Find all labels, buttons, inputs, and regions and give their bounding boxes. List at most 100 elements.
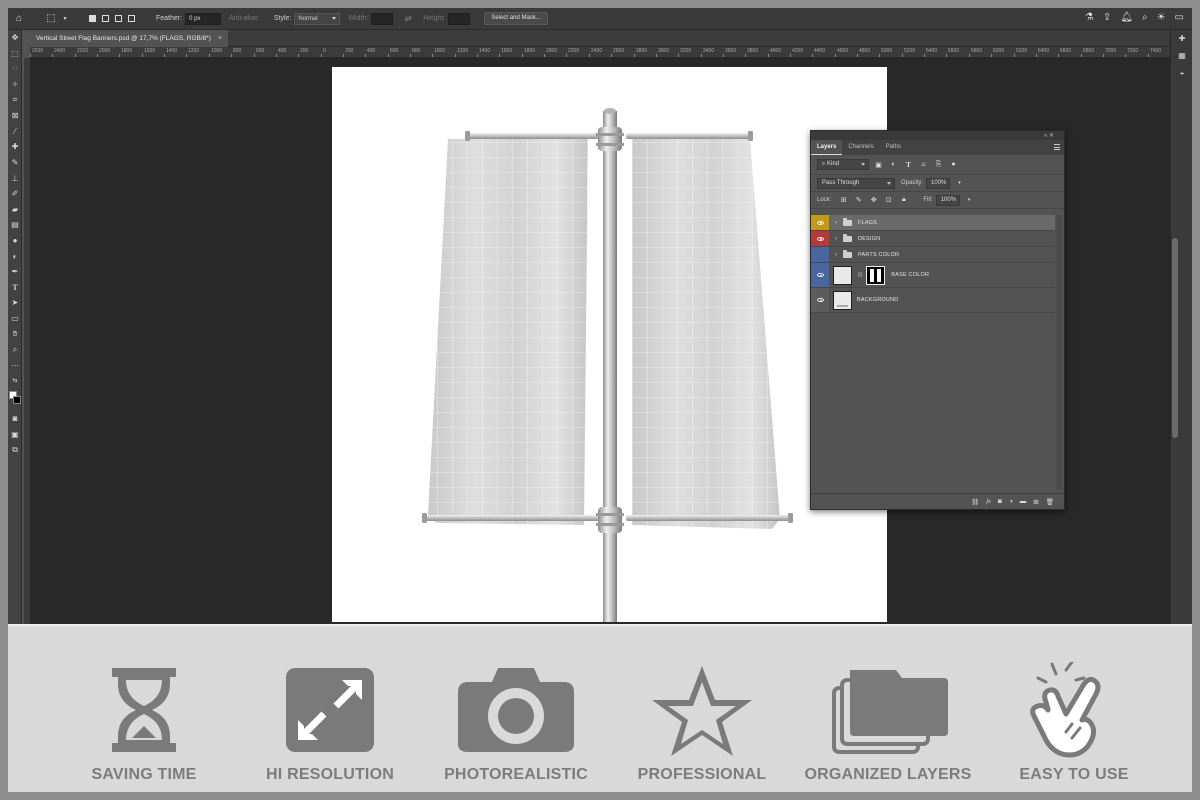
path-select-icon[interactable]: ➤	[8, 295, 22, 311]
swap-icon[interactable]: ⇄	[401, 12, 415, 26]
filter-toggle-icon[interactable]: ●	[948, 161, 959, 168]
fx-icon[interactable]: fx	[986, 498, 991, 505]
properties-icon[interactable]: ✚	[1171, 30, 1192, 47]
type-filter-icon[interactable]: T	[903, 161, 914, 169]
layer-row[interactable]: BACKGROUND	[811, 288, 1055, 313]
layer-list-scrollbar[interactable]	[1056, 215, 1062, 489]
stamp-icon[interactable]: ⊥	[8, 170, 22, 186]
chevron-right-icon[interactable]: ›	[832, 252, 840, 258]
adjustments-icon[interactable]: ◒	[1171, 64, 1192, 81]
lock-all-icon[interactable]: 🔒︎	[898, 196, 909, 204]
filter-kind-select[interactable]: ⌕ Kind	[817, 159, 869, 170]
document-canvas[interactable]	[332, 67, 887, 622]
chevron-down-icon[interactable]: ▾	[954, 180, 965, 186]
crop-icon[interactable]: ⌗	[8, 92, 22, 108]
chevron-down-icon[interactable]: ▾	[964, 197, 975, 203]
canvas-area[interactable]: « ✕ Layers Channels Paths ⌕ Kind ▣ ◐ T ⌑…	[30, 58, 1170, 624]
adjustment-icon[interactable]: ◑	[1009, 498, 1013, 505]
chevron-down-icon[interactable]: ▾	[58, 12, 72, 26]
history-brush-icon[interactable]: ✐	[8, 186, 22, 202]
visibility-toggle[interactable]	[811, 247, 829, 262]
intersect-selection-icon[interactable]	[128, 15, 135, 22]
panel-collapse-bar[interactable]: « ✕	[811, 131, 1064, 140]
lock-transparent-icon[interactable]: ⊞	[838, 196, 849, 204]
bell-icon[interactable]: 🔔︎	[1120, 12, 1133, 23]
subtract-selection-icon[interactable]	[115, 15, 122, 22]
select-and-mask-button[interactable]: Select and Mask...	[484, 12, 548, 25]
share-icon[interactable]: ⇪	[1103, 12, 1111, 23]
layer-row[interactable]: ⛓ BASE COLOR	[811, 263, 1055, 288]
blend-mode-select[interactable]: Pass Through	[817, 177, 895, 189]
type-icon[interactable]: T	[8, 280, 22, 296]
layer-row[interactable]: › DESIGN	[811, 231, 1055, 247]
workspace-icon[interactable]: ▭	[1175, 12, 1184, 23]
blur-icon[interactable]: ●	[8, 233, 22, 249]
chevron-right-icon[interactable]: ›	[832, 236, 840, 242]
rectangle-icon[interactable]: ▭	[8, 311, 22, 327]
more-tools-icon[interactable]: ⋯	[8, 357, 22, 373]
hand-icon[interactable]: ✋︎	[8, 326, 22, 342]
link-icon[interactable]: ⛓	[971, 498, 979, 506]
vertical-scrollbar[interactable]	[1172, 238, 1178, 438]
brush-icon[interactable]: ✎	[8, 155, 22, 171]
chevron-right-icon[interactable]: ›	[832, 220, 840, 226]
lasso-icon[interactable]: ◌	[8, 61, 22, 77]
visibility-toggle[interactable]	[811, 231, 829, 246]
fill-input[interactable]: 100%	[935, 194, 960, 206]
lock-pixels-icon[interactable]: ✎	[853, 196, 864, 204]
visibility-toggle[interactable]	[811, 263, 829, 287]
frame-icon[interactable]: ⊠	[8, 108, 22, 124]
eyedropper-icon[interactable]: ⁄	[8, 124, 22, 140]
visibility-toggle[interactable]	[811, 288, 829, 312]
trash-icon[interactable]: 🗑︎	[1046, 498, 1054, 506]
layer-row[interactable]: › FLAGS	[811, 215, 1055, 231]
swatches-icon[interactable]: ▦	[1171, 47, 1192, 64]
link-icon[interactable]: ⛓	[857, 272, 863, 278]
layer-row[interactable]: › PARTS COLOR	[811, 247, 1055, 263]
document-tab[interactable]: Vertical Street Flag Banners.psd @ 17,7%…	[30, 30, 229, 47]
height-input[interactable]	[448, 12, 471, 25]
smart-object-filter-icon[interactable]: ⎘	[933, 161, 944, 169]
pen-icon[interactable]: ✒	[8, 264, 22, 280]
healing-icon[interactable]: ✚	[8, 139, 22, 155]
marquee-tool-icon[interactable]: ⬚	[44, 12, 58, 26]
close-icon[interactable]: ×	[218, 35, 222, 42]
opacity-input[interactable]: 100%	[926, 177, 951, 189]
dodge-icon[interactable]: ◐	[8, 248, 22, 264]
search-icon[interactable]: ⌕	[1142, 12, 1148, 23]
home-icon[interactable]: ⌂	[12, 12, 26, 26]
color-swatches[interactable]	[8, 389, 22, 411]
tab-channels[interactable]: Channels	[842, 140, 879, 155]
shape-filter-icon[interactable]: ⌑	[918, 161, 929, 169]
quick-mask-icon[interactable]: ◙	[8, 411, 22, 427]
lightbulb-icon[interactable]: ☀	[1157, 12, 1166, 23]
width-input[interactable]	[371, 12, 394, 25]
adjustment-filter-icon[interactable]: ◐	[888, 161, 899, 168]
lock-artboard-icon[interactable]: ⊡	[883, 196, 894, 204]
zoom-icon[interactable]: ⌕	[8, 342, 22, 358]
pixel-filter-icon[interactable]: ▣	[873, 161, 884, 169]
tab-paths[interactable]: Paths	[880, 140, 907, 155]
feather-input[interactable]: 0 px	[185, 12, 222, 25]
tab-layers[interactable]: Layers	[811, 140, 843, 155]
collapse-icon[interactable]: « ✕	[1044, 132, 1054, 139]
layer-mask-thumbnail[interactable]	[866, 265, 886, 285]
eraser-icon[interactable]: ▰	[8, 202, 22, 218]
gradient-icon[interactable]: ▤	[8, 217, 22, 233]
move-tool-icon[interactable]: ✥	[8, 30, 22, 46]
magic-wand-icon[interactable]: ✧	[8, 77, 22, 93]
style-select[interactable]: Normal	[294, 12, 341, 25]
folder-icon[interactable]: ▬	[1020, 498, 1027, 505]
mask-icon[interactable]: ◙	[998, 498, 1002, 505]
lock-position-icon[interactable]: ✥	[868, 196, 879, 204]
antialias-checkbox[interactable]: Anti-alias	[229, 15, 258, 22]
visibility-toggle[interactable]	[811, 215, 829, 230]
add-selection-icon[interactable]	[102, 15, 109, 22]
screen-mode-icon[interactable]: ▣	[8, 426, 22, 442]
artboard-icon[interactable]: ⧉	[8, 442, 22, 458]
new-selection-icon[interactable]	[89, 15, 96, 22]
panel-menu-icon[interactable]	[1054, 144, 1060, 150]
new-layer-icon[interactable]: ⊞	[1033, 498, 1038, 506]
marquee-icon[interactable]: ⬚	[8, 46, 22, 62]
swap-colors-icon[interactable]: ⇆	[8, 373, 22, 389]
